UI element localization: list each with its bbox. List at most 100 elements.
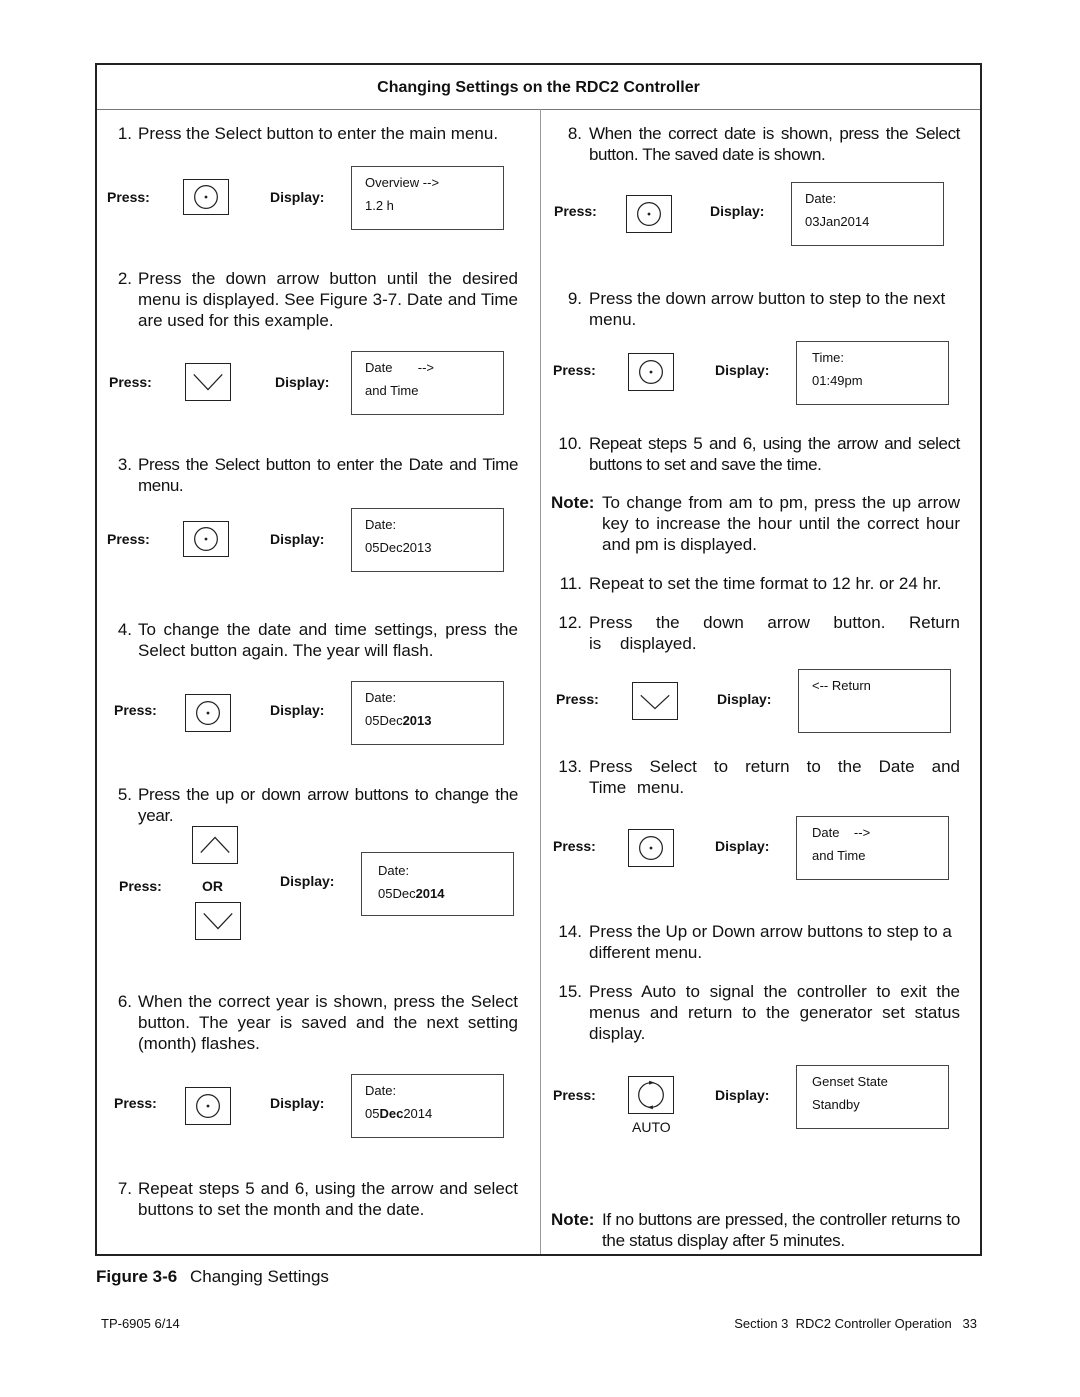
select-icon xyxy=(637,202,661,226)
figure-caption: Figure 3-6 Changing Settings xyxy=(96,1267,329,1287)
select-button[interactable] xyxy=(185,694,231,732)
step-text: Press the up or down arrow buttons to ch… xyxy=(138,785,518,825)
step-number: 1. xyxy=(117,124,132,143)
display-line-1: Date: xyxy=(378,863,410,878)
display-line-2: and Time xyxy=(812,848,866,863)
display-label: Display: xyxy=(717,691,772,707)
select-button[interactable] xyxy=(183,179,229,215)
note-text: If no buttons are pressed, the controlle… xyxy=(602,1210,960,1250)
note-label: Note: xyxy=(551,493,595,512)
note-text: To change from am to pm, press the up ar… xyxy=(602,493,960,554)
step-text: Press Auto to signal the controller to e… xyxy=(589,982,960,1043)
step-text: Press the Select button to enter the mai… xyxy=(138,124,499,143)
select-icon xyxy=(639,836,663,860)
step-3: 3. Press the Select button to enter the … xyxy=(110,454,520,498)
auto-button[interactable] xyxy=(628,1076,674,1114)
auto-label: AUTO xyxy=(632,1119,671,1135)
display-label: Display: xyxy=(270,702,325,718)
step-text: Press Select to return to the Date and T… xyxy=(589,757,960,797)
display-screen: Date: 05Dec2013 xyxy=(351,508,504,572)
down-arrow-button[interactable] xyxy=(195,902,241,940)
select-button[interactable] xyxy=(185,1087,231,1125)
display-screen: Date --> and Time xyxy=(351,351,504,415)
step-number: 9. xyxy=(567,289,582,308)
step-number: 10. xyxy=(558,434,582,453)
display-screen: Date: 05Dec2014 xyxy=(361,852,514,916)
down-arrow-button[interactable] xyxy=(185,363,231,401)
step-8: 8. When the correct date is shown, press… xyxy=(555,123,965,167)
or-label: OR xyxy=(202,878,223,894)
step-1: 1. Press the Select button to enter the … xyxy=(110,123,520,145)
panel-title: Changing Settings on the RDC2 Controller xyxy=(97,65,980,110)
step-number: 3. xyxy=(117,455,132,474)
display-line-2: 1.2 h xyxy=(365,198,394,213)
step-2: 2. Press the down arrow button until the… xyxy=(110,268,520,334)
up-arrow-button[interactable] xyxy=(192,826,238,864)
column-divider xyxy=(540,109,541,1254)
step-13: 13. Press Select to return to the Date a… xyxy=(555,756,965,800)
step-number: 2. xyxy=(117,269,132,288)
display-line-1: <-- Return xyxy=(812,678,871,693)
note-label: Note: xyxy=(551,1210,595,1229)
step-text: When the correct year is shown, press th… xyxy=(138,992,518,1053)
date-year: 2014 xyxy=(403,1106,433,1121)
display-screen: Date: 05Dec2013 xyxy=(351,681,504,745)
step-number: 12. xyxy=(558,613,582,632)
display-line-2: and Time xyxy=(365,383,419,398)
step-14: 14. Press the Up or Down arrow buttons t… xyxy=(555,921,965,965)
date-day: 05 xyxy=(365,1106,380,1121)
select-icon xyxy=(196,1094,220,1118)
select-button[interactable] xyxy=(628,353,674,391)
press-label: Press: xyxy=(553,362,596,378)
step-text: Repeat steps 5 and 6, using the arrow an… xyxy=(138,1179,518,1219)
step-number: 14. xyxy=(558,922,582,941)
step-4: 4. To change the date and time settings,… xyxy=(110,619,520,663)
display-line-2: 05Dec2013 xyxy=(365,540,432,555)
footer-doc-id: TP-6905 6/14 xyxy=(101,1316,180,1331)
display-screen: Genset State Standby xyxy=(796,1065,949,1129)
display-line-1: Overview --> xyxy=(365,175,440,190)
select-icon xyxy=(196,701,220,725)
down-arrow-icon xyxy=(193,373,223,391)
auto-cycle-icon xyxy=(638,1080,664,1110)
footer-section-page: Section 3 RDC2 Controller Operation 33 xyxy=(734,1316,977,1331)
press-label: Press: xyxy=(114,702,157,718)
display-line-1: Date --> xyxy=(812,825,871,840)
down-arrow-button[interactable] xyxy=(632,682,678,720)
press-label: Press: xyxy=(554,203,597,219)
step-number: 11. xyxy=(559,574,582,593)
display-line-2: 05Dec2014 xyxy=(378,886,445,901)
display-label: Display: xyxy=(270,1095,325,1111)
press-label: Press: xyxy=(107,189,150,205)
step-text: Repeat to set the time format to 12 hr. … xyxy=(589,574,942,593)
note-am-pm: Note: To change from am to pm, press the… xyxy=(551,492,961,558)
figure-number: Figure 3-6 xyxy=(96,1267,178,1286)
display-line-1: Date: xyxy=(805,191,837,206)
display-screen: Date: 03Jan2014 xyxy=(791,182,944,246)
date-day-month: 05Dec xyxy=(365,713,403,728)
display-screen: Date: 05Dec2014 xyxy=(351,1074,504,1138)
step-text: Press the Up or Down arrow buttons to st… xyxy=(589,922,952,962)
press-label: Press: xyxy=(119,878,162,894)
display-label: Display: xyxy=(715,362,770,378)
press-label: Press: xyxy=(556,691,599,707)
display-line-1: Date: xyxy=(365,1083,397,1098)
display-line-1: Genset State xyxy=(812,1074,888,1089)
display-screen: <-- Return xyxy=(798,669,951,733)
up-arrow-icon xyxy=(200,836,230,854)
display-line-1: Time: xyxy=(812,350,845,365)
display-screen: Date --> and Time xyxy=(796,816,949,880)
display-line-1: Date: xyxy=(365,517,397,532)
select-icon xyxy=(639,360,663,384)
select-button[interactable] xyxy=(628,829,674,867)
select-button[interactable] xyxy=(183,521,229,557)
select-button[interactable] xyxy=(626,195,672,233)
display-label: Display: xyxy=(715,838,770,854)
down-arrow-icon xyxy=(640,694,670,710)
display-screen: Time: 01:49pm xyxy=(796,341,949,405)
display-label: Display: xyxy=(275,374,330,390)
step-text: To change the date and time settings, pr… xyxy=(138,620,518,660)
display-label: Display: xyxy=(270,189,325,205)
step-5: 5. Press the up or down arrow buttons to… xyxy=(110,784,520,828)
display-line-2: 03Jan2014 xyxy=(805,214,870,229)
